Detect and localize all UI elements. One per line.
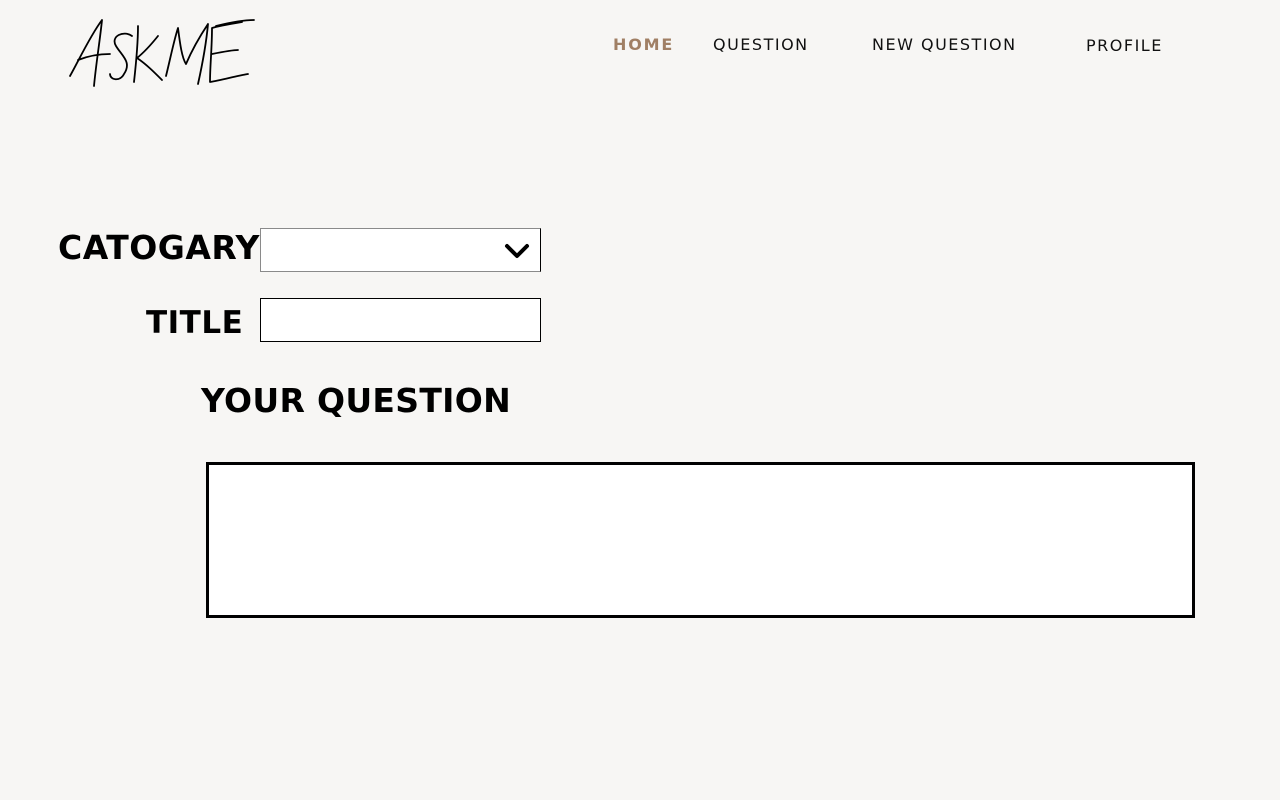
nav-question[interactable]: QUESTION xyxy=(713,34,809,56)
logo-signature-icon xyxy=(69,19,255,87)
title-label: TITLE xyxy=(146,305,244,341)
askme-logo[interactable] xyxy=(66,14,258,92)
nav-profile[interactable]: PROFILE xyxy=(1086,35,1163,57)
page: HOME QUESTION NEW QUESTION PROFILE CATOG… xyxy=(0,0,1280,800)
nav-new-question[interactable]: NEW QUESTION xyxy=(872,34,1017,56)
category-label: CATOGARY xyxy=(58,228,260,267)
chevron-down-icon xyxy=(504,239,530,261)
question-textarea[interactable] xyxy=(206,462,1195,618)
category-select[interactable] xyxy=(260,228,541,272)
nav-home[interactable]: HOME xyxy=(613,34,674,56)
your-question-label: YOUR QUESTION xyxy=(201,381,511,420)
title-input[interactable] xyxy=(260,298,541,342)
